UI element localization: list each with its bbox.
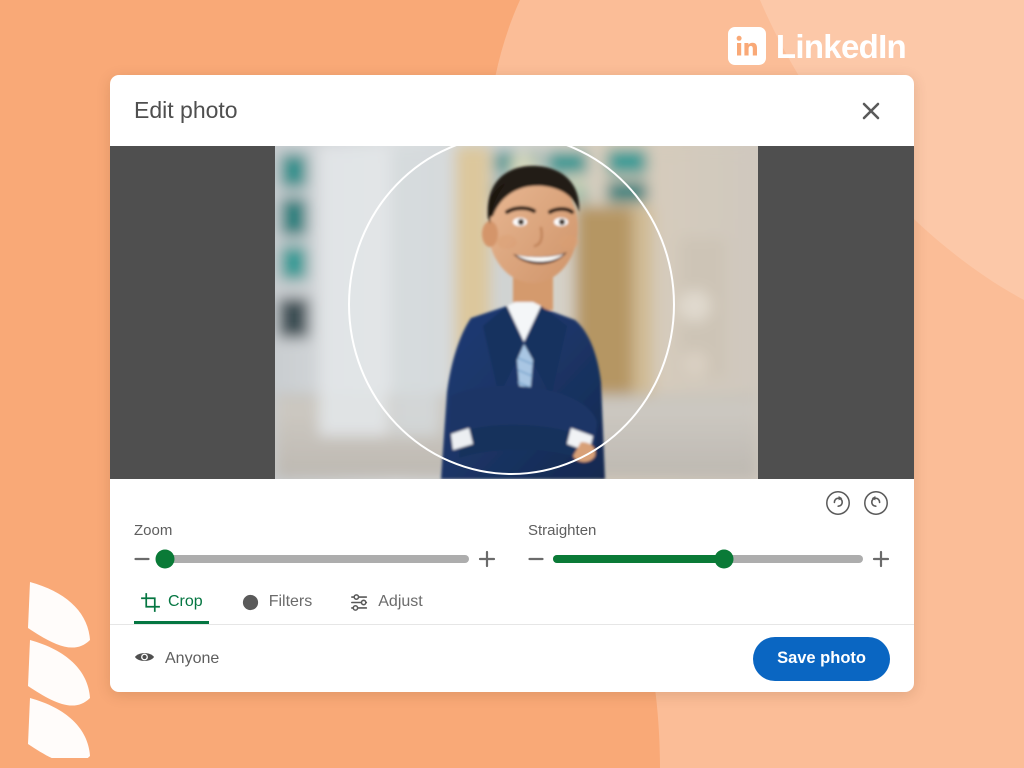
dialog-footer: Anyone Save photo	[110, 625, 914, 692]
rotate-counter-clockwise-button[interactable]	[862, 489, 890, 517]
straighten-slider-group: Straighten	[528, 522, 890, 569]
adjust-sliders-icon	[350, 592, 370, 612]
page-title: Edit photo	[134, 97, 238, 123]
zoom-slider-label: Zoom	[134, 522, 173, 539]
tab-adjust-label: Adjust	[378, 593, 423, 610]
straighten-slider-fill	[553, 555, 724, 563]
linkedin-wordmark: LinkedIn	[775, 27, 907, 65]
photo-crop-stage[interactable]	[110, 146, 914, 479]
tab-filters[interactable]: Filters	[235, 591, 319, 624]
close-icon	[862, 102, 880, 119]
editor-tabs: Crop Filters Adjust	[110, 568, 914, 625]
dialog-header: Edit photo	[110, 75, 914, 146]
crop-circle-handle[interactable]	[348, 146, 675, 475]
brand-leaf-mark	[28, 582, 90, 758]
rotate-clockwise-icon	[826, 491, 850, 515]
minus-icon	[528, 557, 544, 561]
eye-icon	[134, 649, 155, 668]
linkedin-badge-icon	[727, 27, 766, 65]
rotate-clockwise-button[interactable]	[824, 489, 852, 517]
zoom-increase-button[interactable]	[478, 550, 496, 568]
rotate-controls	[824, 489, 890, 517]
zoom-slider-group: Zoom	[134, 522, 496, 569]
minus-icon	[134, 557, 150, 561]
edit-photo-dialog: Edit photo Zoom Straighten Crop Filters …	[110, 75, 914, 692]
zoom-slider-track[interactable]	[155, 549, 469, 569]
straighten-increase-button[interactable]	[872, 550, 890, 568]
controls-panel: Zoom Straighten Crop Filters Adjust Anyo…	[110, 479, 914, 692]
plus-icon	[872, 550, 890, 568]
tab-adjust[interactable]: Adjust	[344, 591, 428, 624]
tab-filters-label: Filters	[268, 593, 313, 610]
straighten-slider-row	[528, 549, 890, 569]
tab-crop-label: Crop	[168, 593, 203, 610]
straighten-slider-label: Straighten	[528, 522, 597, 539]
close-button[interactable]	[854, 94, 888, 128]
crop-icon	[140, 592, 160, 612]
filters-circle-icon	[241, 592, 261, 612]
save-photo-button[interactable]: Save photo	[753, 636, 890, 681]
zoom-slider-thumb[interactable]	[155, 549, 175, 569]
visibility-selector[interactable]: Anyone	[134, 649, 219, 668]
visibility-label: Anyone	[165, 649, 220, 667]
plus-icon	[478, 550, 496, 568]
straighten-slider-thumb[interactable]	[714, 549, 733, 569]
straighten-slider-track[interactable]	[553, 549, 863, 569]
straighten-decrease-button[interactable]	[528, 551, 544, 567]
sliders-row: Zoom Straighten	[110, 479, 914, 569]
zoom-decrease-button[interactable]	[134, 551, 150, 567]
linkedin-logo: LinkedIn	[727, 27, 907, 65]
rotate-counter-clockwise-icon	[864, 491, 888, 515]
zoom-slider-row	[134, 549, 496, 569]
tab-crop[interactable]: Crop	[134, 591, 209, 624]
